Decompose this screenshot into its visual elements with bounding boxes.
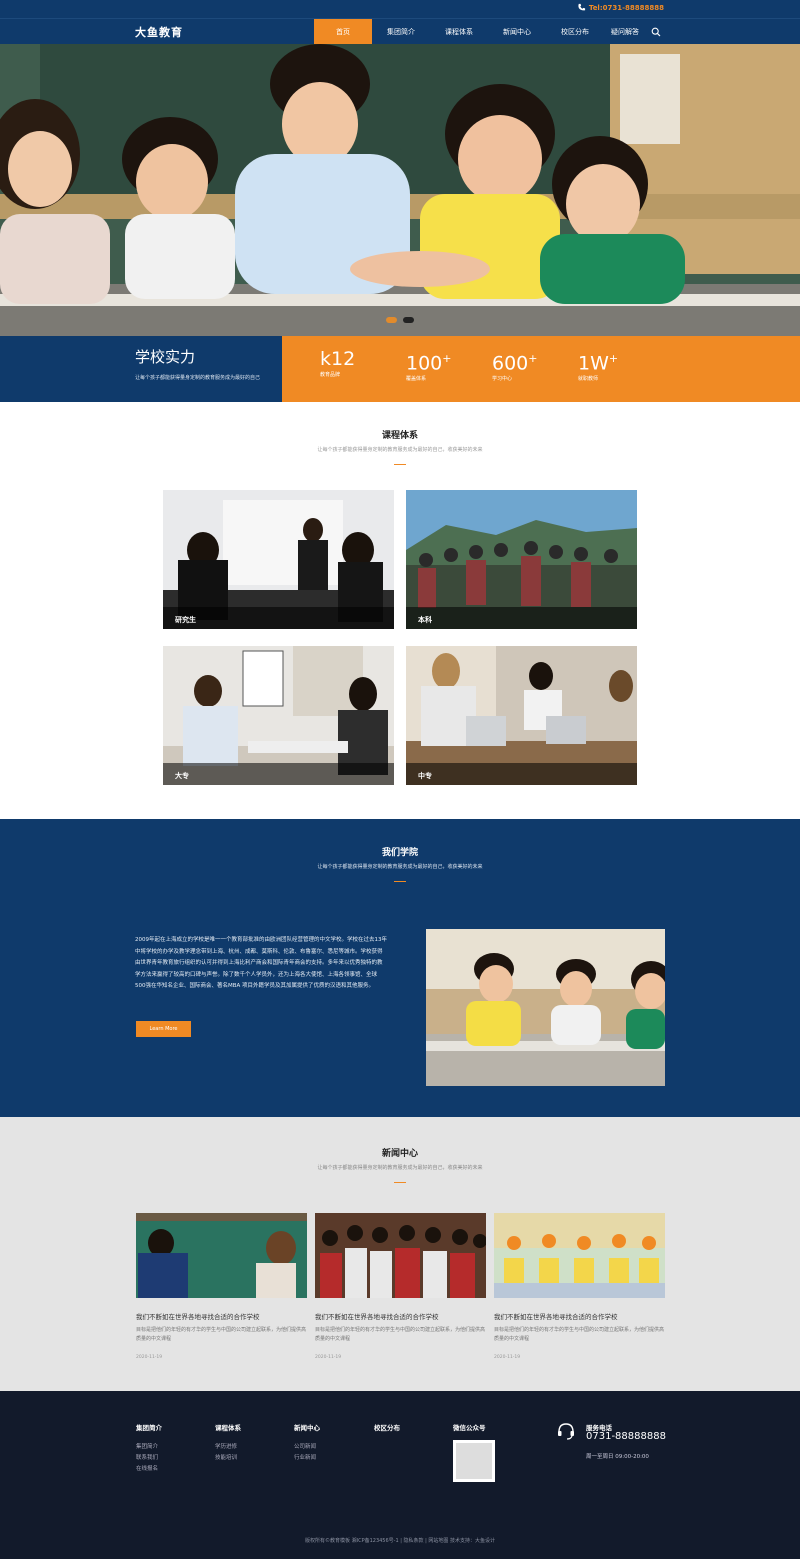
phone-text: Tel:0731-88888888 (588, 3, 664, 12)
nav-item-about[interactable]: 集团简介 (372, 19, 430, 45)
news-divider (394, 1182, 406, 1183)
top-bar: Tel:0731-88888888 (0, 0, 800, 18)
stat-label: 教育品牌 (320, 372, 341, 378)
main-nav: 大鱼教育 首页 集团简介 课程体系 新闻中心 校区分布 疑问解答 (0, 18, 800, 45)
stat-value: 600 (492, 352, 529, 375)
footer-col-title: 校区分布 (374, 1424, 400, 1432)
footer (0, 1391, 800, 1559)
carousel-dots (386, 317, 414, 323)
footer-link[interactable]: 公司新闻 (294, 1442, 316, 1450)
footer-link[interactable]: 集团简介 (136, 1442, 158, 1450)
footer-link[interactable]: 行业新闻 (294, 1453, 316, 1461)
course-card-graduate[interactable]: 研究生 (163, 490, 394, 629)
footer-link[interactable]: 技能培训 (215, 1453, 237, 1461)
stats-panel (282, 336, 800, 402)
strength-subtitle: 让每个孩子都能获得量身定制的教育服务成为最好的自己 (135, 375, 261, 381)
carousel-dot-1[interactable] (386, 317, 397, 323)
stat-brand: k12 教育品牌 (320, 348, 355, 378)
footer-col-title: 微信公众号 (453, 1424, 486, 1432)
courses-divider (394, 464, 406, 465)
carousel-dot-2[interactable] (403, 317, 414, 323)
about-title: 我们学院 (381, 848, 418, 858)
news-image-3[interactable] (494, 1213, 665, 1298)
nav-menu: 首页 集团简介 课程体系 新闻中心 校区分布 疑问解答 (314, 19, 646, 45)
footer-col-title: 集团简介 (136, 1424, 162, 1432)
stat-label: 学习中心 (492, 376, 513, 383)
stat-value: 1W (578, 352, 609, 375)
course-card-secondary[interactable]: 中专 (406, 646, 637, 785)
stat-label: 覆盖体系 (406, 376, 427, 383)
news-image-2[interactable] (315, 1213, 486, 1298)
course-caption: 中专 (406, 763, 637, 785)
wechat-qr-code (453, 1440, 495, 1482)
about-subtitle: 让每个孩子都能获得量身定制的教育服务成为最好的自己，收获美好的未来 (317, 864, 483, 870)
about-image (426, 929, 665, 1086)
search-icon[interactable] (651, 27, 661, 37)
nav-item-courses[interactable]: 课程体系 (430, 19, 488, 45)
footer-col-title: 课程体系 (215, 1424, 241, 1432)
news-subtitle: 让每个孩子都能获得量身定制的教育服务成为最好的自己，收获美好的未来 (317, 1165, 483, 1171)
news-title: 新闻中心 (381, 1149, 418, 1159)
news-date-1: 2020-11-19 (136, 1355, 163, 1360)
nav-item-news[interactable]: 新闻中心 (488, 19, 546, 45)
nav-item-home[interactable]: 首页 (314, 19, 372, 45)
stat-suffix: + (442, 352, 452, 365)
stat-value: k12 (320, 348, 356, 370)
stat-teachers: 1W+ 就职教师 (578, 348, 618, 382)
news-desc-2: 目标是把他们的年轻的有才华的学生与中国的公司建立起联系，为他们提供高质量的中文课… (315, 1327, 486, 1342)
stat-centers: 600+ 学习中心 (492, 348, 537, 382)
stat-suffix: + (608, 352, 619, 365)
course-caption: 研究生 (163, 607, 394, 629)
courses-subtitle: 让每个孩子都能获得量身定制的教育服务成为最好的自己，收获美好的未来 (317, 447, 483, 453)
course-caption: 大专 (163, 763, 394, 785)
news-desc-1: 目标是把他们的年轻的有才华的学生与中国的公司建立起联系，为他们提供高质量的中文课… (136, 1327, 307, 1342)
course-caption: 本科 (406, 607, 637, 629)
stat-value: 100 (406, 352, 443, 375)
course-card-college[interactable]: 大专 (163, 646, 394, 785)
service-phone[interactable]: 0731-88888888 (586, 1431, 666, 1442)
headset-icon (558, 1423, 574, 1440)
news-title-2[interactable]: 我们不断如在世界各地寻找合适的合作学校 (315, 1311, 439, 1321)
footer-link[interactable]: 在线报名 (136, 1464, 158, 1472)
footer-link[interactable]: 联系我们 (136, 1453, 158, 1461)
phone-icon (578, 3, 585, 11)
news-image-1[interactable] (136, 1213, 307, 1298)
course-card-bachelor[interactable]: 本科 (406, 490, 637, 629)
courses-title: 课程体系 (381, 431, 418, 441)
nav-item-faq[interactable]: 疑问解答 (604, 19, 646, 45)
news-desc-3: 目标是把他们的年轻的有才华的学生与中国的公司建立起联系，为他们提供高质量的中文课… (494, 1327, 665, 1342)
service-hours: 周一至周日 09:00-20:00 (586, 1454, 649, 1460)
news-date-3: 2020-11-19 (494, 1355, 521, 1360)
about-text: 2009年起在上海成立的学校是唯一一个教育部批准的由欧洲团队经营管理的中文学校。… (135, 937, 387, 989)
hero-banner (0, 44, 800, 336)
stat-label: 就职教师 (578, 376, 599, 383)
hero-image (0, 44, 800, 336)
logo[interactable]: 大鱼教育 (135, 24, 183, 40)
news-title-1[interactable]: 我们不断如在世界各地寻找合适的合作学校 (136, 1311, 260, 1321)
about-divider (394, 881, 406, 882)
stat-systems: 100+ 覆盖体系 (406, 348, 451, 382)
footer-link[interactable]: 学历进修 (215, 1442, 237, 1450)
phone-link[interactable]: Tel:0731-88888888 (577, 3, 664, 12)
stat-suffix: + (528, 352, 538, 365)
news-date-2: 2020-11-19 (315, 1355, 342, 1360)
news-title-3[interactable]: 我们不断如在世界各地寻找合适的合作学校 (494, 1311, 618, 1321)
nav-item-campus[interactable]: 校区分布 (546, 19, 604, 45)
footer-col-title: 新闻中心 (294, 1424, 320, 1432)
copyright: 版权所有©教育模板 湘ICP备123456号-1 | 隐私条款 | 网站地图 技… (305, 1538, 495, 1544)
learn-more-button[interactable]: Learn More (136, 1021, 191, 1037)
strength-title: 学校实力 (135, 348, 196, 366)
